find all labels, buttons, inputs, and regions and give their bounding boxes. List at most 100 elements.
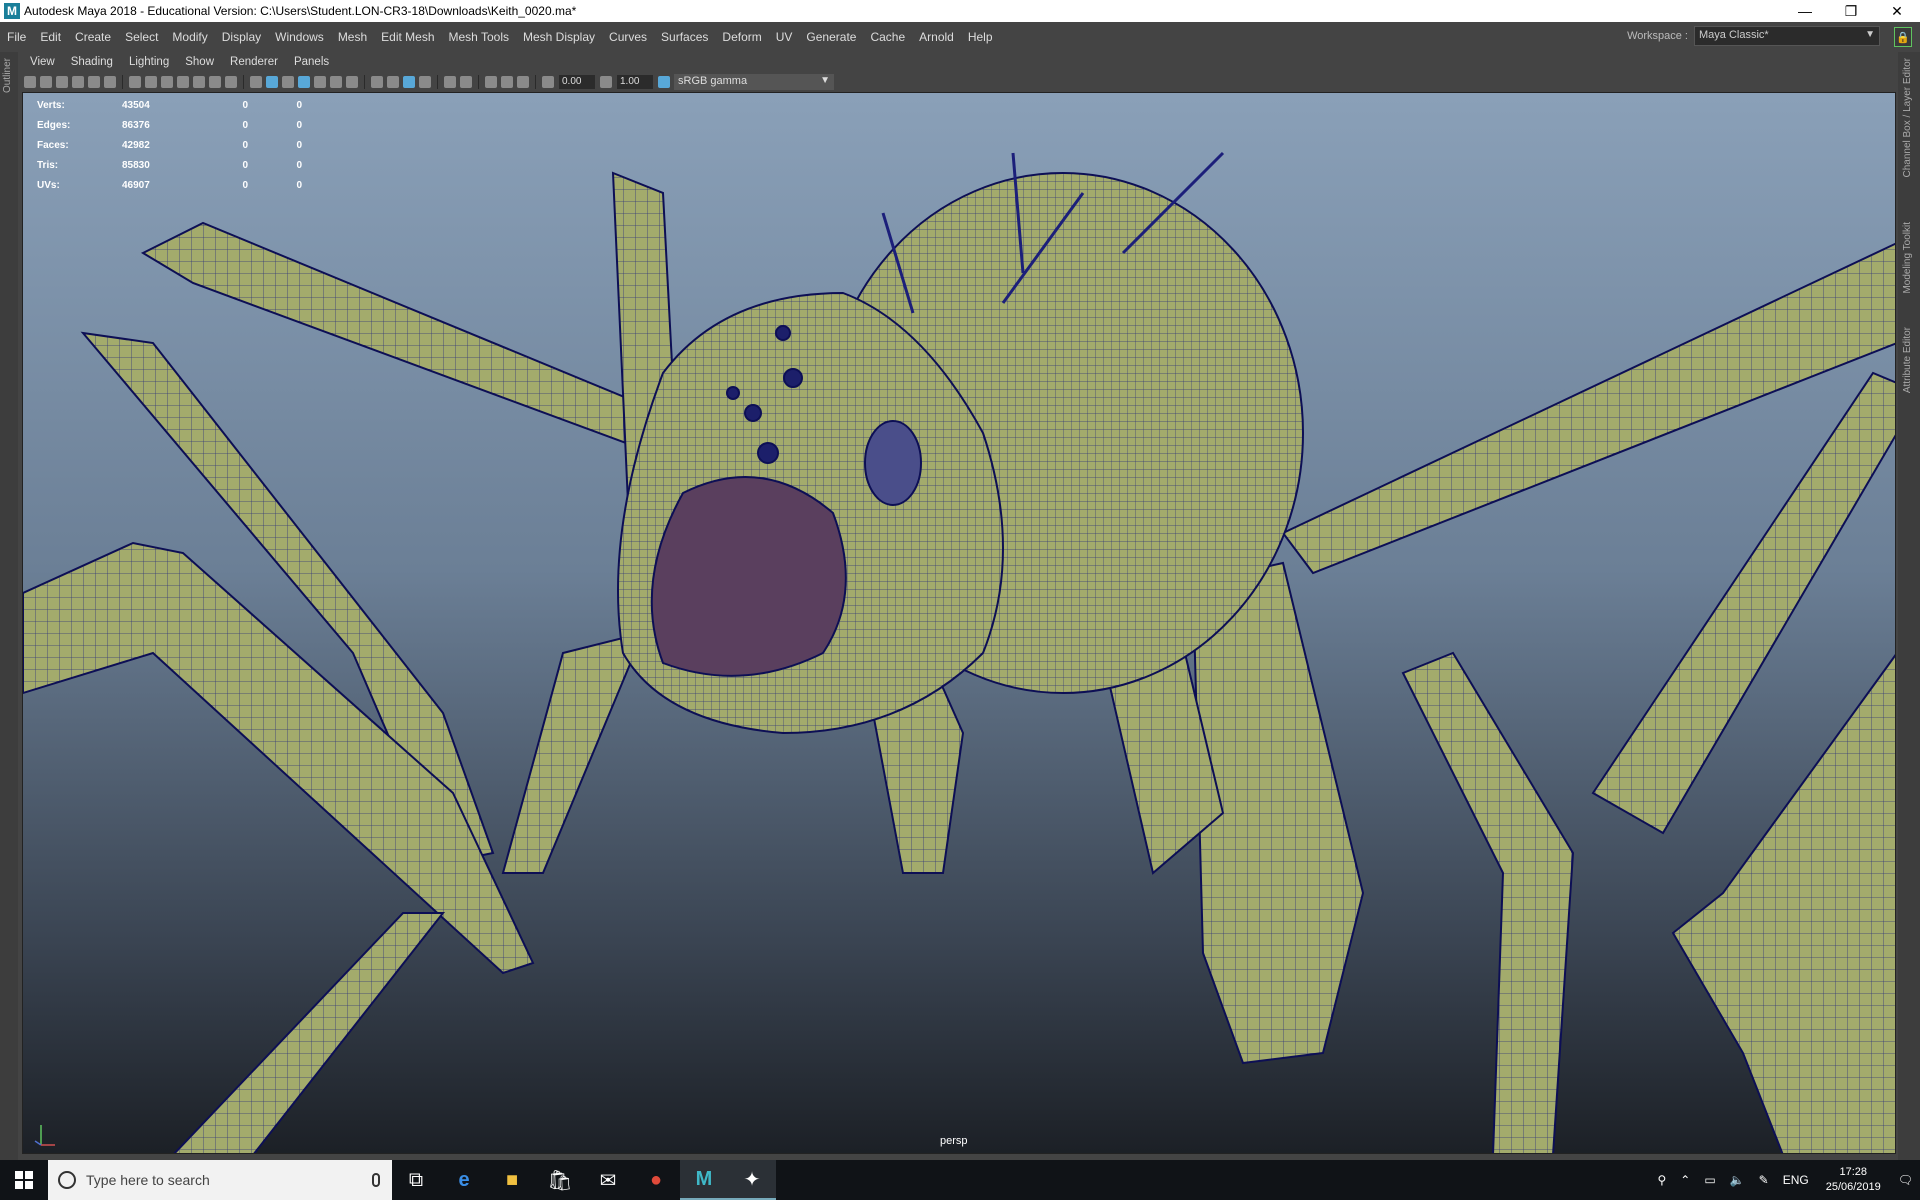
menu-generate[interactable]: Generate — [799, 30, 863, 44]
shadows-icon[interactable] — [346, 76, 358, 88]
menu-help[interactable]: Help — [961, 30, 1000, 44]
chrome-icon[interactable]: ● — [632, 1160, 680, 1200]
taskbar-search-box[interactable]: Type here to search — [48, 1160, 392, 1200]
menu-file[interactable]: File — [0, 30, 33, 44]
field-chart-icon[interactable] — [193, 76, 205, 88]
workspace-dropdown[interactable]: Maya Classic* ▼ — [1694, 26, 1880, 46]
wireframe-icon[interactable] — [250, 76, 262, 88]
windows-taskbar: Type here to search ⧉ e ■ 🛍 ✉ ● M ✦ ⚲ ⌃ … — [0, 1160, 1920, 1200]
menu-uv[interactable]: UV — [769, 30, 800, 44]
image-plane-icon[interactable] — [72, 76, 84, 88]
menu-select[interactable]: Select — [118, 30, 165, 44]
edge-browser-icon[interactable]: e — [440, 1160, 488, 1200]
screen-space-ao-icon[interactable] — [371, 76, 383, 88]
gate-mask-icon[interactable] — [177, 76, 189, 88]
anti-aliasing-icon[interactable] — [403, 76, 415, 88]
notifications-icon[interactable]: 🗨 — [1891, 1173, 1920, 1187]
bookmark-icon[interactable] — [56, 76, 68, 88]
menu-modify[interactable]: Modify — [165, 30, 214, 44]
network-icon[interactable]: ▭ — [1697, 1173, 1722, 1187]
menu-edit-mesh[interactable]: Edit Mesh — [374, 30, 441, 44]
exposure-field[interactable]: 0.00 — [559, 75, 595, 89]
store-icon[interactable]: 🛍 — [536, 1160, 584, 1200]
isolate-select-icon[interactable] — [444, 76, 456, 88]
people-icon[interactable]: ⚲ — [1650, 1173, 1673, 1187]
menu-edit[interactable]: Edit — [33, 30, 68, 44]
mail-icon[interactable]: ✉ — [584, 1160, 632, 1200]
gamma-icon[interactable] — [600, 76, 612, 88]
backface-culling-icon[interactable] — [517, 76, 529, 88]
film-gate-icon[interactable] — [145, 76, 157, 88]
language-indicator[interactable]: ENG — [1776, 1173, 1816, 1187]
perspective-viewport[interactable]: Verts: 43504 0 0 Edges: 86376 0 0 Faces:… — [22, 92, 1896, 1154]
gamma-field[interactable]: 1.00 — [617, 75, 653, 89]
use-all-lights-icon[interactable] — [330, 76, 342, 88]
xray-icon[interactable] — [460, 76, 472, 88]
panel-menu-shading[interactable]: Shading — [63, 56, 121, 68]
panel-menu-lighting[interactable]: Lighting — [121, 56, 177, 68]
restore-button[interactable]: ❐ — [1828, 0, 1874, 22]
clock-time: 17:28 — [1839, 1166, 1867, 1178]
file-explorer-icon[interactable]: ■ — [488, 1160, 536, 1200]
menu-surfaces[interactable]: Surfaces — [654, 30, 715, 44]
menu-display[interactable]: Display — [215, 30, 268, 44]
menu-mesh-display[interactable]: Mesh Display — [516, 30, 602, 44]
menu-deform[interactable]: Deform — [715, 30, 768, 44]
textured-icon[interactable] — [314, 76, 326, 88]
resolution-gate-icon[interactable] — [161, 76, 173, 88]
panel-menu-renderer[interactable]: Renderer — [222, 56, 286, 68]
panel-toolbar: 0.00 1.00 sRGB gamma ▼ — [22, 72, 1896, 92]
wireframe-on-shaded-icon[interactable] — [298, 76, 310, 88]
xray-joints-icon[interactable] — [485, 76, 497, 88]
modeling-toolkit-tab[interactable]: Modeling Toolkit — [1902, 222, 1913, 294]
workspace-label: Workspace : — [1627, 30, 1688, 42]
hud-value: 0 — [296, 159, 302, 171]
motion-blur-icon[interactable] — [387, 76, 399, 88]
depth-of-field-icon[interactable] — [419, 76, 431, 88]
attribute-editor-tab[interactable]: Attribute Editor — [1902, 327, 1913, 393]
2d-pan-zoom-icon[interactable] — [88, 76, 100, 88]
hud-value: 0 — [296, 139, 302, 151]
poly-count-hud: Verts: 43504 0 0 Edges: 86376 0 0 Faces:… — [37, 95, 302, 195]
windows-start-button[interactable] — [0, 1160, 48, 1200]
toolbar-separator — [122, 75, 123, 89]
lock-icon[interactable]: 🔒 — [1894, 27, 1912, 47]
panel-menu-view[interactable]: View — [22, 56, 63, 68]
camera-attributes-icon[interactable] — [40, 76, 52, 88]
outliner-tab[interactable]: Outliner — [2, 58, 13, 93]
grid-icon[interactable] — [129, 76, 141, 88]
color-space-dropdown[interactable]: sRGB gamma ▼ — [674, 74, 834, 90]
maya-taskbar-icon[interactable]: M — [680, 1160, 728, 1200]
menu-cache[interactable]: Cache — [863, 30, 912, 44]
workspace-selector: Workspace : Maya Classic* ▼ — [1627, 26, 1880, 46]
menu-create[interactable]: Create — [68, 30, 118, 44]
zbrush-taskbar-icon[interactable]: ✦ — [728, 1160, 776, 1200]
channel-box-tab[interactable]: Channel Box / Layer Editor — [1902, 58, 1913, 178]
panel-menu-show[interactable]: Show — [177, 56, 222, 68]
color-management-icon[interactable] — [658, 76, 670, 88]
xray-active-icon[interactable] — [501, 76, 513, 88]
menu-curves[interactable]: Curves — [602, 30, 654, 44]
grease-pencil-icon[interactable] — [104, 76, 116, 88]
task-view-icon[interactable]: ⧉ — [392, 1160, 440, 1200]
smooth-shade-icon[interactable] — [266, 76, 278, 88]
menu-mesh[interactable]: Mesh — [331, 30, 374, 44]
menu-arnold[interactable]: Arnold — [912, 30, 961, 44]
pen-icon[interactable]: ✎ — [1752, 1173, 1776, 1187]
select-camera-icon[interactable] — [24, 76, 36, 88]
volume-icon[interactable]: 🔈 — [1723, 1173, 1752, 1187]
microphone-icon[interactable] — [372, 1173, 380, 1187]
chevron-up-icon[interactable]: ⌃ — [1673, 1173, 1697, 1187]
clock[interactable]: 17:28 25/06/2019 — [1816, 1165, 1891, 1195]
use-default-material-icon[interactable] — [282, 76, 294, 88]
minimize-button[interactable]: — — [1782, 0, 1828, 22]
safe-title-icon[interactable] — [225, 76, 237, 88]
close-button[interactable]: ✕ — [1874, 0, 1920, 22]
panel-menu-panels[interactable]: Panels — [286, 56, 337, 68]
workspace-value: Maya Classic* — [1699, 29, 1769, 41]
menu-windows[interactable]: Windows — [268, 30, 331, 44]
chevron-down-icon: ▼ — [820, 75, 830, 86]
exposure-icon[interactable] — [542, 76, 554, 88]
menu-mesh-tools[interactable]: Mesh Tools — [442, 30, 516, 44]
safe-action-icon[interactable] — [209, 76, 221, 88]
